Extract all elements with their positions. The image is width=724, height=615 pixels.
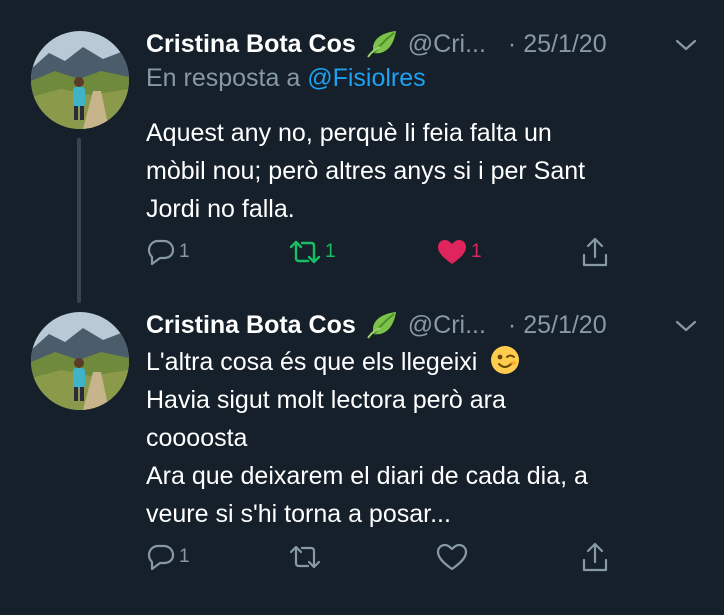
tweet-date[interactable]: · 25/1/20	[508, 30, 607, 59]
reply-prefix: En resposta a	[146, 64, 301, 92]
tweet-header: Cristina Bota Cos @Cri... · 25/1/20	[146, 27, 607, 61]
tweet-text: Aquest any no, perquè li feia falta un m…	[146, 114, 585, 228]
avatar-image	[31, 312, 129, 410]
share-button[interactable]	[580, 541, 610, 573]
heart-filled-icon	[438, 240, 466, 264]
tweet-text-line: L'altra cosa és que els llegeixi	[146, 348, 478, 376]
leaf-icon	[366, 310, 398, 340]
avatar[interactable]	[31, 31, 129, 129]
thread-line	[77, 138, 81, 303]
reply-button[interactable]: 1	[146, 543, 190, 571]
tweet-text-line: Jordi no falla.	[146, 195, 295, 223]
like-button[interactable]	[436, 543, 471, 571]
reply-count: 1	[179, 241, 190, 262]
tweet-date[interactable]: · 25/1/20	[508, 311, 607, 340]
share-icon	[582, 237, 608, 267]
tweet[interactable]: Cristina Bota Cos @Cri... · 25/1/20 En r…	[0, 0, 724, 305]
tweet[interactable]: Cristina Bota Cos @Cri... · 25/1/20 L'al…	[0, 305, 724, 615]
like-button[interactable]: 1	[436, 238, 482, 266]
avatar[interactable]	[31, 312, 129, 410]
chevron-down-icon[interactable]	[674, 36, 698, 54]
reply-context: En resposta a @Fisiolres	[146, 64, 426, 93]
avatar-image	[31, 31, 129, 129]
share-button[interactable]	[580, 236, 610, 268]
tweet-text-line: Havia sigut molt lectora però ara	[146, 386, 506, 414]
share-icon	[582, 542, 608, 572]
tweet-text-line: veure si s'hi torna a posar...	[146, 500, 451, 528]
tweet-text-line: Ara que deixarem el diari de cada dia, a	[146, 462, 588, 490]
author-handle[interactable]: @Cri...	[408, 30, 486, 59]
reply-count: 1	[179, 546, 190, 567]
retweet-icon	[289, 240, 321, 264]
retweet-button[interactable]: 1	[288, 238, 336, 266]
retweet-icon	[289, 545, 321, 569]
tweet-text-line-with-emoji: L'altra cosa és que els llegeixi	[146, 343, 588, 381]
retweet-count: 1	[325, 241, 336, 262]
author-name[interactable]: Cristina Bota Cos	[146, 311, 356, 340]
author-name[interactable]: Cristina Bota Cos	[146, 30, 356, 59]
retweet-button[interactable]	[288, 543, 325, 571]
reply-button[interactable]: 1	[146, 238, 190, 266]
like-count: 1	[471, 241, 482, 262]
reply-mention-link[interactable]: @Fisiolres	[307, 64, 425, 92]
tweet-text: L'altra cosa és que els llegeixi Havia s…	[146, 343, 588, 533]
chevron-down-icon[interactable]	[674, 317, 698, 335]
leaf-icon	[366, 29, 398, 59]
tweet-header: Cristina Bota Cos @Cri... · 25/1/20	[146, 308, 607, 342]
winking-face-icon	[490, 345, 520, 375]
heart-outline-icon	[436, 543, 468, 571]
reply-icon	[147, 239, 175, 266]
tweet-text-line: mòbil nou; però altres anys si i per San…	[146, 157, 586, 185]
author-handle[interactable]: @Cri...	[408, 311, 486, 340]
reply-icon	[147, 544, 175, 571]
tweet-text-line: coooosta	[146, 424, 248, 452]
tweet-text-line: Aquest any no, perquè li feia falta un	[146, 119, 552, 147]
